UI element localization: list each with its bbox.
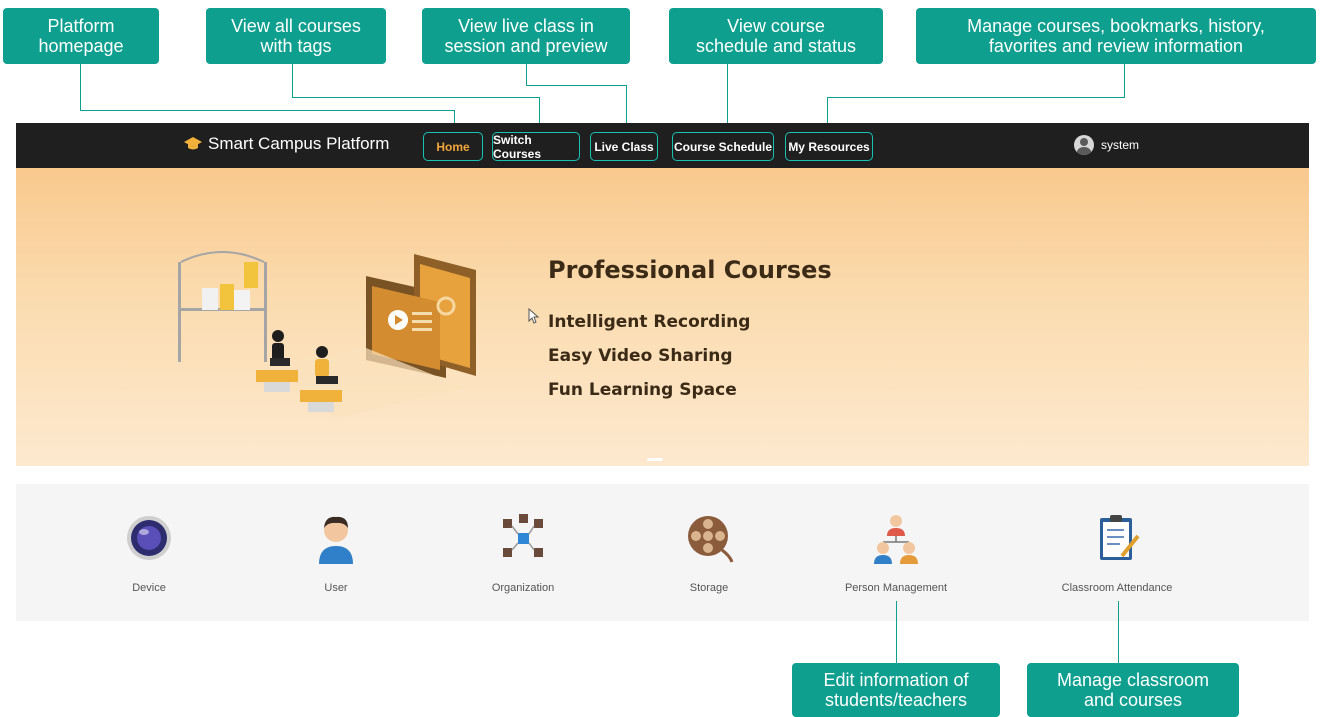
classroom-attendance-icon bbox=[1100, 515, 1140, 560]
nav-live-class[interactable]: Live Class bbox=[590, 132, 658, 161]
user-name: system bbox=[1101, 138, 1140, 152]
graduation-cap-icon bbox=[184, 137, 202, 150]
brand[interactable]: Smart Campus Platform bbox=[184, 134, 389, 154]
callout-live-class: View live class in session and preview bbox=[422, 8, 630, 64]
callout-person-management: Edit information of students/teachers bbox=[792, 663, 1000, 717]
hero-banner[interactable]: Professional Courses Intelligent Recordi… bbox=[16, 168, 1309, 466]
module-label: Organization bbox=[491, 582, 555, 594]
user-icon bbox=[319, 516, 353, 564]
mouse-cursor-icon bbox=[528, 308, 540, 324]
module-label: User bbox=[324, 582, 348, 594]
brand-name: Smart Campus Platform bbox=[208, 134, 390, 153]
avatar bbox=[1074, 135, 1094, 155]
nav-my-resources[interactable]: My Resources bbox=[785, 132, 873, 161]
connector bbox=[526, 64, 527, 85]
storage-icon bbox=[688, 516, 734, 563]
connector bbox=[80, 110, 455, 111]
user-menu[interactable]: system bbox=[1074, 135, 1139, 155]
connector bbox=[827, 97, 1125, 98]
nav-switch-courses[interactable]: Switch Courses bbox=[492, 132, 580, 161]
callout-schedule: View course schedule and status bbox=[669, 8, 883, 64]
connector bbox=[80, 64, 81, 110]
module-classroom-attendance[interactable]: Classroom Attendance bbox=[1037, 512, 1197, 594]
banner-title: Professional Courses bbox=[548, 256, 832, 284]
module-label: Person Management bbox=[844, 582, 948, 594]
nav-course-schedule[interactable]: Course Schedule bbox=[672, 132, 774, 161]
connector bbox=[1118, 601, 1119, 663]
connector bbox=[292, 64, 293, 97]
callout-courses: View all courses with tags bbox=[206, 8, 386, 64]
module-grid: Device User Organization Storage Person … bbox=[16, 484, 1309, 621]
nav-home[interactable]: Home bbox=[423, 132, 483, 161]
connector bbox=[896, 601, 897, 663]
organization-icon bbox=[503, 514, 543, 557]
device-icon bbox=[127, 516, 171, 560]
classroom-illustration bbox=[178, 251, 476, 418]
module-storage[interactable]: Storage bbox=[629, 512, 789, 594]
module-label: Device bbox=[132, 582, 166, 594]
banner-line: Fun Learning Space bbox=[548, 380, 737, 400]
connector bbox=[1124, 64, 1125, 97]
connector bbox=[292, 97, 540, 98]
module-organization[interactable]: Organization bbox=[443, 512, 603, 594]
module-label: Storage bbox=[689, 582, 729, 594]
module-device[interactable]: Device bbox=[69, 512, 229, 594]
connector bbox=[526, 85, 627, 86]
connector bbox=[727, 64, 728, 132]
module-person-management[interactable]: Person Management bbox=[816, 512, 976, 594]
banner-line: Easy Video Sharing bbox=[548, 346, 733, 366]
callout-homepage: Platform homepage bbox=[3, 8, 159, 64]
person-management-icon bbox=[874, 515, 918, 564]
module-label: Classroom Attendance bbox=[1061, 582, 1173, 594]
callout-resources: Manage courses, bookmarks, history, favo… bbox=[916, 8, 1316, 64]
carousel-indicator[interactable] bbox=[647, 458, 663, 461]
banner-line: Intelligent Recording bbox=[548, 312, 751, 332]
module-user[interactable]: User bbox=[256, 512, 416, 594]
top-navbar: Smart Campus Platform Home Switch Course… bbox=[16, 123, 1309, 168]
callout-classroom-attendance: Manage classroom and courses bbox=[1027, 663, 1239, 717]
